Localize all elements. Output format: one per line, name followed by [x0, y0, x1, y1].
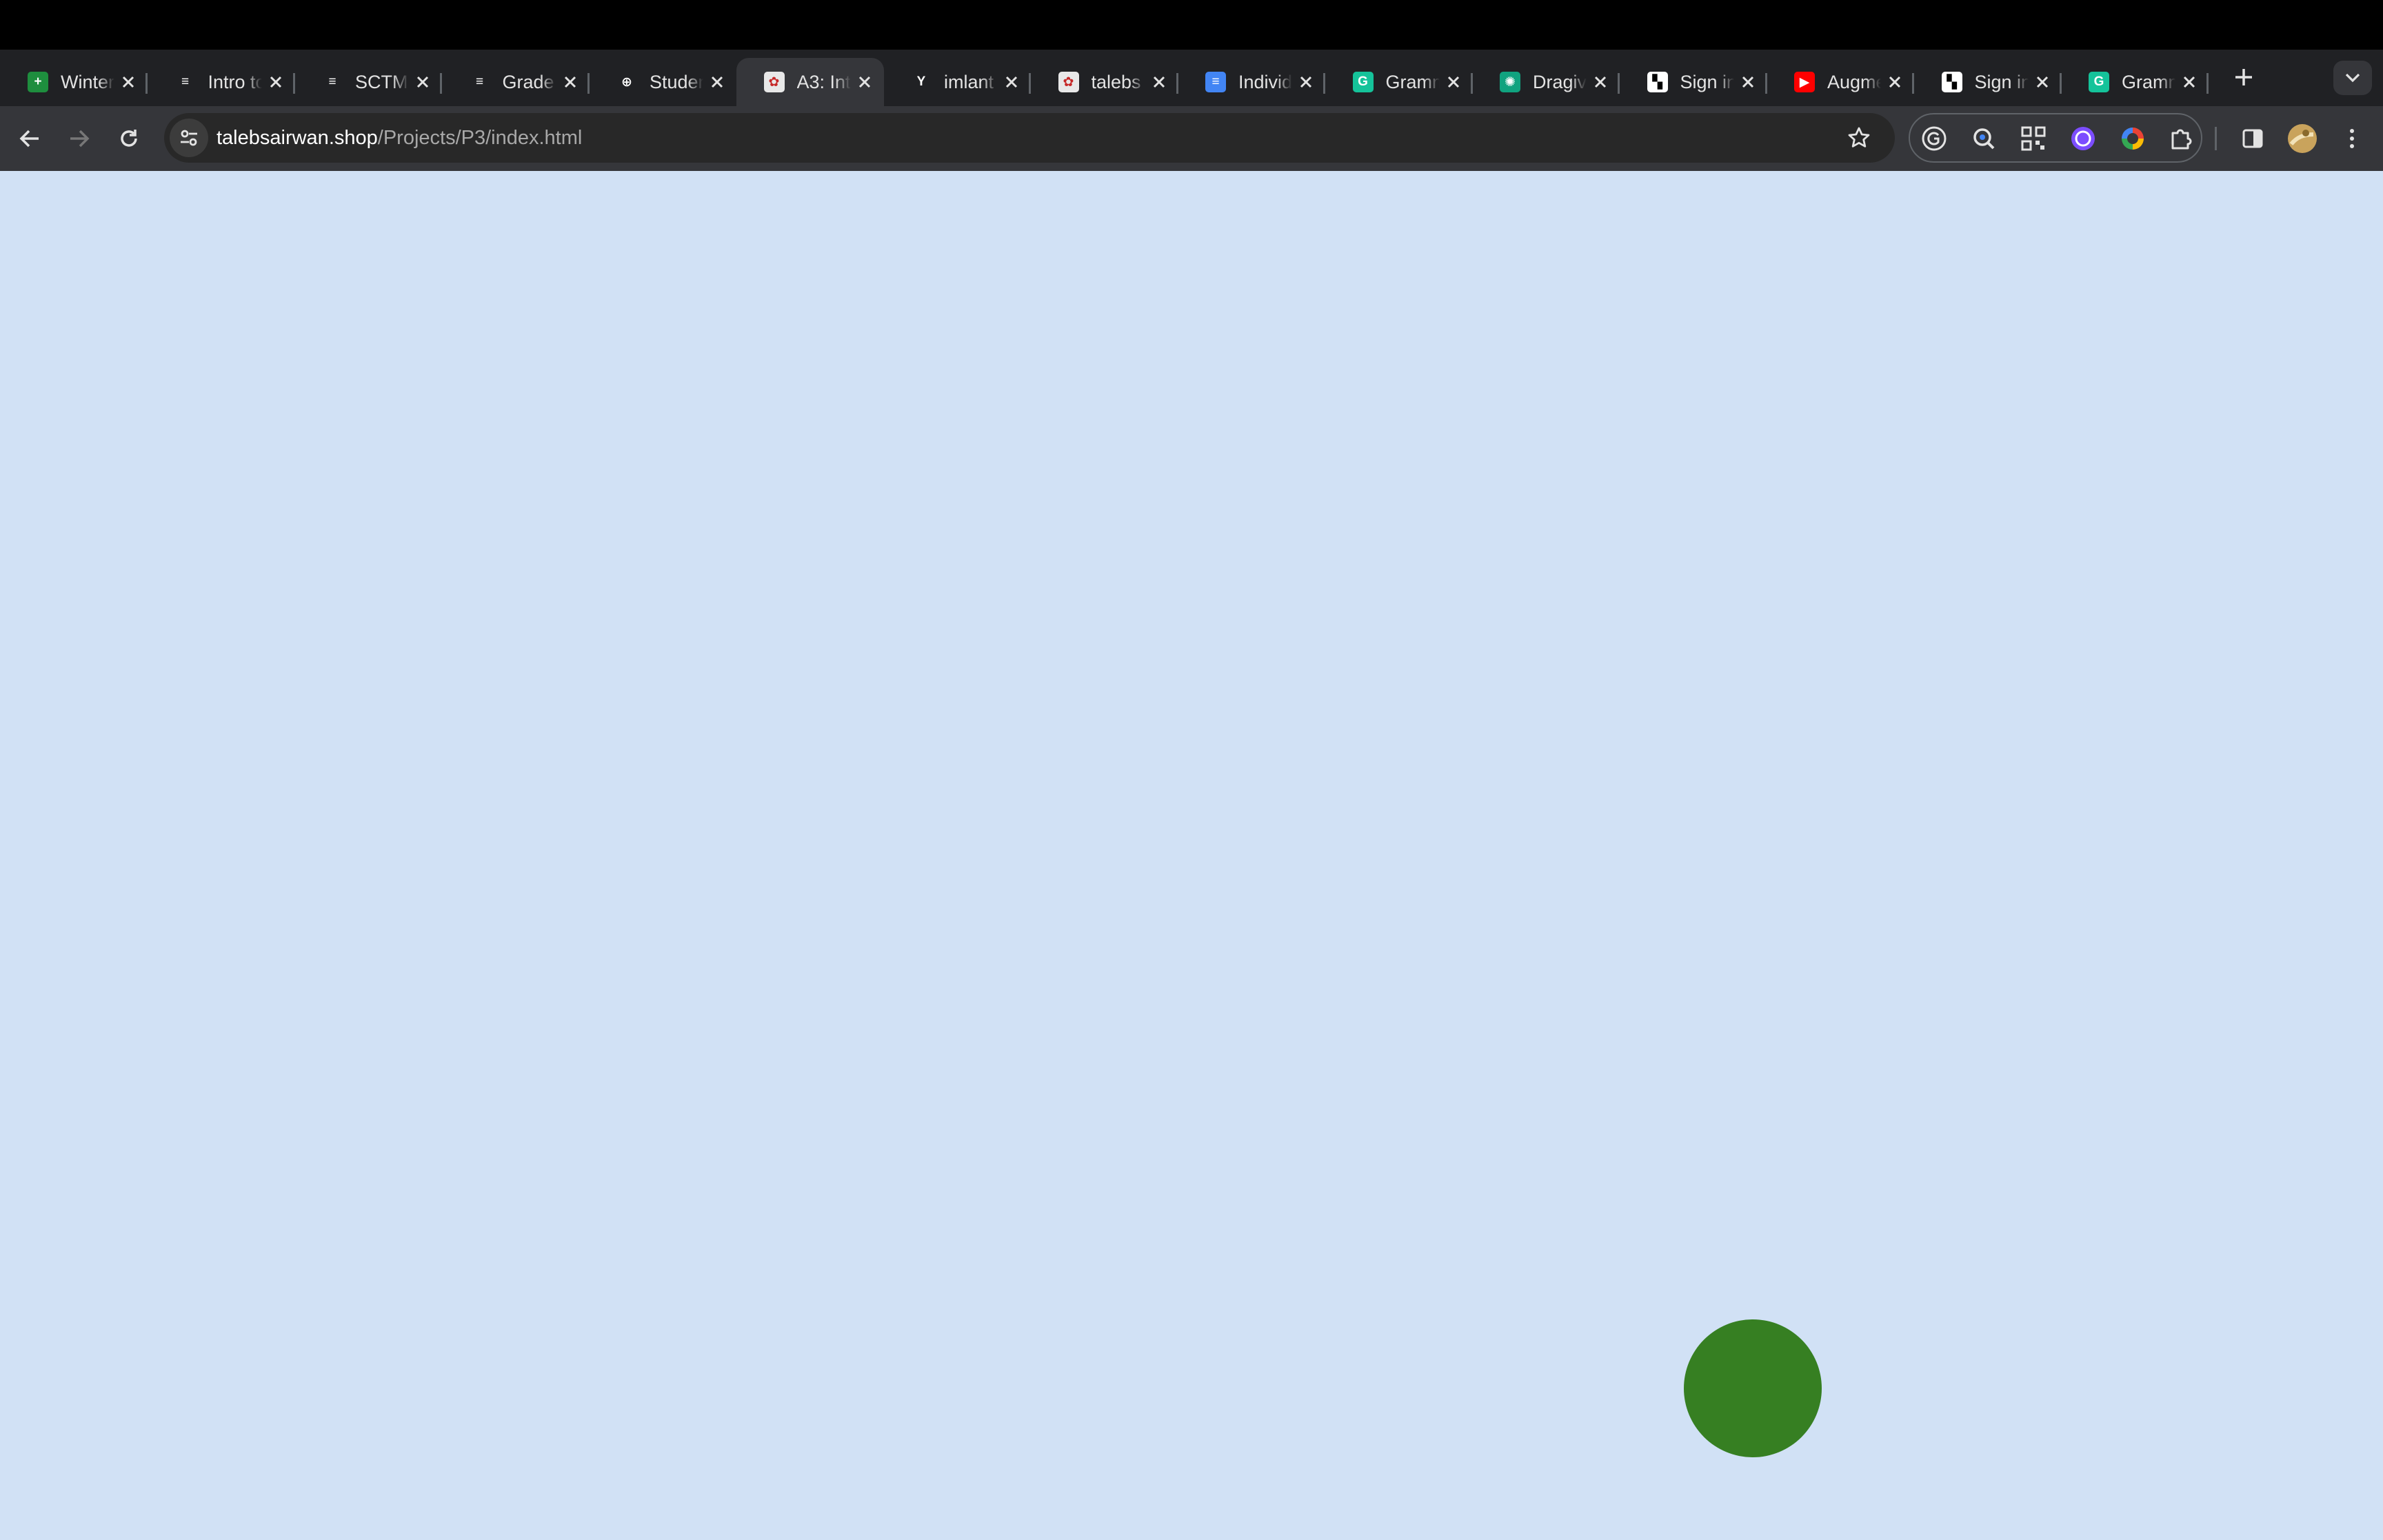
tab-title: Sign in [1974, 71, 2029, 92]
browser-tab[interactable]: ≡ SCTM [294, 58, 442, 106]
checker-icon: ▚ [1941, 72, 1962, 92]
checker-icon: ▚ [1647, 72, 1668, 92]
toolbar-divider [2215, 127, 2217, 150]
browser-tab[interactable]: ≡ Intro to [148, 58, 295, 106]
new-tab-button[interactable] [2227, 61, 2260, 94]
close-icon[interactable] [266, 72, 285, 92]
plus-icon [2235, 69, 2252, 85]
grammarly-icon: G [1352, 72, 1374, 92]
chevron-down-icon [2345, 73, 2360, 83]
window-title-bar [0, 0, 2383, 50]
forward-button[interactable] [61, 120, 98, 157]
browser-tab[interactable]: ✺ Dragiv [1472, 58, 1620, 106]
browser-tab[interactable]: ✿ A3: Int [736, 58, 884, 106]
tab-title: talebs [1091, 71, 1141, 92]
tab-strip: + Winter ≡ Intro to ≡ SCTM ≡ Grade ⊕ Studen ✿ A3: I… [0, 50, 2383, 106]
side-panel-button[interactable] [2234, 120, 2271, 157]
page-viewport[interactable] [0, 171, 2383, 1540]
color-picker-extension-icon[interactable] [2117, 123, 2149, 154]
close-icon[interactable] [855, 72, 874, 92]
back-button[interactable] [11, 120, 48, 157]
browser-tab[interactable]: G Gramm [2061, 58, 2209, 106]
browser-tab[interactable]: ⊕ Studen [589, 58, 736, 106]
tab-title: imlant [944, 71, 994, 92]
browser-tab[interactable]: ≡ Grade [442, 58, 590, 106]
url-path: /Projects/P3/index.html [377, 127, 583, 149]
browser-tab[interactable]: ▚ Sign in [1620, 58, 1767, 106]
tab-title: A3: Int [796, 71, 851, 92]
browser-toolbar: talebsairwan.shop/Projects/P3/index.html [0, 106, 2383, 171]
reload-icon [121, 130, 137, 147]
browser-tab[interactable]: Yimlant [883, 58, 1031, 106]
browser-tab[interactable]: ▚ Sign in [1914, 58, 2062, 106]
site-info-button[interactable] [170, 119, 208, 157]
bookmark-button[interactable] [1842, 121, 1876, 154]
browser-menu-button[interactable] [2333, 120, 2371, 157]
lens-extension-icon[interactable] [1968, 123, 2000, 154]
star-icon [1848, 127, 1870, 148]
close-icon[interactable] [1591, 72, 1610, 92]
site-icon: ✿ [1058, 72, 1079, 92]
tab-title: Gramm [1385, 71, 1440, 92]
gradescope-icon: ≡ [322, 72, 343, 92]
ai-extension-icon[interactable] [2067, 123, 2099, 154]
qr-extension-icon[interactable] [2018, 123, 2049, 154]
arrow-left-icon [19, 130, 39, 148]
avatar-icon [2288, 124, 2317, 153]
url-text[interactable]: talebsairwan.shop/Projects/P3/index.html [217, 113, 582, 163]
tune-icon [181, 130, 197, 146]
tab-title: Intro to [208, 71, 262, 92]
tab-title: Dragiv [1533, 71, 1587, 92]
tab-title: Augme [1827, 71, 1881, 92]
close-icon[interactable] [1738, 72, 1758, 92]
ycombinator-icon: Y [911, 72, 932, 92]
extensions-puzzle-icon[interactable] [2165, 123, 2197, 154]
docs-icon: ≡ [1205, 72, 1226, 92]
gradescope-icon: ≡ [469, 72, 490, 92]
close-icon[interactable] [1002, 72, 1021, 92]
browser-tab[interactable]: ✿ talebs [1031, 58, 1178, 106]
address-bar[interactable]: talebsairwan.shop/Projects/P3/index.html [164, 113, 1895, 163]
tab-title: Grade [502, 71, 554, 92]
close-icon[interactable] [561, 72, 580, 92]
tab-search-button[interactable] [2333, 61, 2372, 95]
tab-title: Studen [650, 71, 703, 92]
browser-tab[interactable]: + Winter [0, 58, 148, 106]
close-icon[interactable] [2180, 72, 2199, 92]
green-ball[interactable] [1684, 1319, 1822, 1457]
kebab-menu-icon [2350, 129, 2354, 148]
sheets-icon: + [28, 72, 48, 92]
profile-avatar[interactable] [2284, 120, 2321, 157]
gradescope-icon: ≡ [174, 72, 196, 92]
close-icon[interactable] [413, 72, 432, 92]
globe-icon: ⊕ [616, 72, 637, 92]
reload-button[interactable] [110, 120, 148, 157]
tab-title: Sign in [1680, 71, 1734, 92]
close-icon[interactable] [2033, 72, 2052, 92]
grammarly-icon: G [2089, 72, 2109, 92]
youtube-icon: ▶ [1794, 72, 1815, 92]
browser-tab[interactable]: ▶ Augme [1767, 58, 1914, 106]
close-icon[interactable] [119, 72, 138, 92]
close-icon[interactable] [1885, 72, 1904, 92]
grammarly-extension-icon[interactable] [1918, 123, 1950, 154]
url-host: talebsairwan.shop [217, 127, 378, 149]
openai-icon: ✺ [1500, 72, 1520, 92]
browser-tab[interactable]: G Gramm [1325, 58, 1473, 106]
tab-title: Gramm [2122, 71, 2175, 92]
close-icon[interactable] [1149, 72, 1169, 92]
arrow-right-icon [70, 130, 90, 148]
side-panel-icon [2242, 129, 2263, 148]
extensions-group [1909, 113, 2202, 163]
tab-separator [2206, 73, 2209, 94]
tab-title: Winter [61, 71, 114, 92]
close-icon[interactable] [1444, 72, 1463, 92]
close-icon[interactable] [707, 72, 727, 92]
browser-tab[interactable]: ≡ Individ [1178, 58, 1325, 106]
site-icon: ✿ [763, 72, 785, 92]
close-icon[interactable] [1296, 72, 1316, 92]
tab-title: Individ [1238, 71, 1292, 92]
tab-title: SCTM [355, 71, 408, 92]
